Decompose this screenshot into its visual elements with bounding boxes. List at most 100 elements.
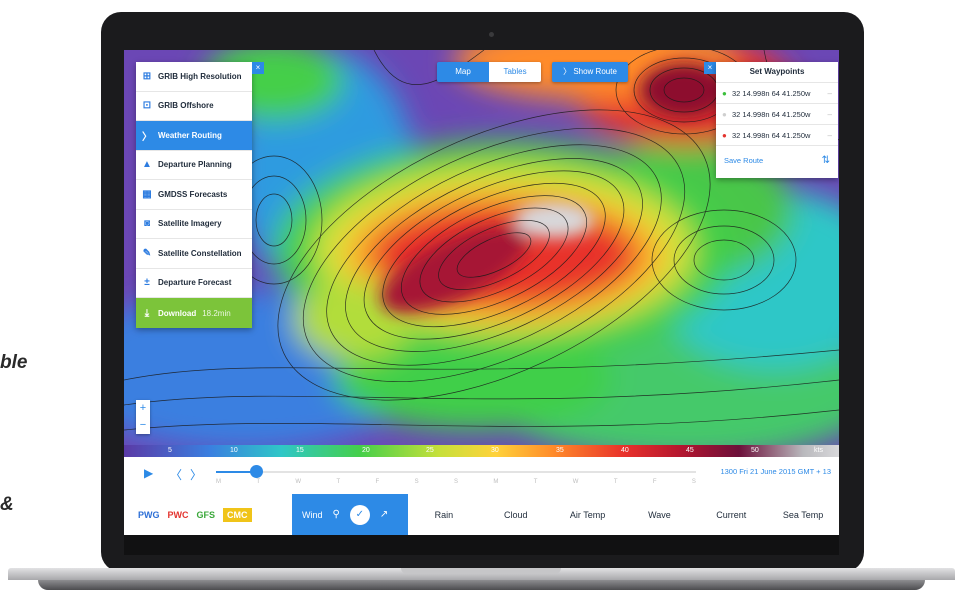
tab-air-temp[interactable]: Air Temp [552,510,624,520]
day-label: F [652,479,657,485]
zoom-in-button[interactable]: + [136,400,150,417]
waypoint-row[interactable]: ● 32 14.998n 64 41.250w – [716,104,838,125]
route-icon: 〉 [142,131,152,143]
show-route-label: Show Route [573,67,617,76]
app-screen: ⊞ GRIB High Resolution ⊡ GRIB Offshore 〉 We… [124,50,839,555]
waypoint-coord: 32 14.998n 64 41.250w [732,109,811,119]
day-label: S [414,479,419,485]
download-size: 18.2min [202,308,231,318]
tab-map[interactable]: Map [437,62,489,82]
play-icon[interactable]: ▶ [144,466,153,480]
menu-item-grib-offshore[interactable]: ⊡ GRIB Offshore [136,92,252,121]
menu-item-label: Departure Planning [158,160,232,170]
scale-label: 35 [556,447,564,454]
download-label: Download [158,308,197,318]
wind-scale-legend: 5 10 15 20 25 30 35 40 45 50 kts [124,445,839,457]
prev-icon[interactable]: 〈 [170,466,182,483]
day-label: W [572,479,579,485]
day-label: M [493,479,499,485]
waypoints-title: Set Waypoints [716,62,838,83]
save-route-button[interactable]: Save Route [724,156,763,165]
timeline-days: M T W T F S S M T W T F S [216,479,696,485]
menu-item-departure-forecast[interactable]: ± Departure Forecast [136,269,252,298]
download-button[interactable]: ⤓ Download 18.2min [136,298,252,328]
forecast-datetime: 1300 Fri 21 June 2015 GMT + 13 [720,467,831,476]
departure-icon: ± [144,277,150,289]
view-toggle: Map Tables [437,62,541,82]
day-label: M [216,479,221,485]
menu-item-grib-high-resolution[interactable]: ⊞ GRIB High Resolution [136,62,252,92]
tab-tables[interactable]: Tables [489,62,541,82]
screen-bezel [124,535,839,555]
side-caption-2: & [0,494,14,515]
download-icon: ⤓ [144,307,150,319]
day-label: W [295,479,302,485]
day-label: S [691,479,696,485]
menu-item-satellite-imagery[interactable]: ◙ Satellite Imagery [136,210,252,239]
zoom-control: + − [136,400,150,434]
side-caption-1: ble [0,352,28,373]
base-notch [401,568,561,574]
waypoint-row[interactable]: ● 32 14.998n 64 41.250w – [716,125,838,146]
remove-icon[interactable]: – [828,89,832,98]
grib-icon: ⊞ [142,70,152,82]
show-route-button[interactable]: 〉 Show Route [552,62,628,82]
day-label: T [533,479,538,485]
scale-label: kts [814,447,823,454]
timeline-slider[interactable] [216,465,696,478]
day-label: T [613,479,618,485]
scale-label: 10 [230,447,238,454]
remove-icon[interactable]: – [828,110,832,119]
scale-label: 45 [686,447,694,454]
model-gfs[interactable]: GFS [197,510,216,520]
tab-rain[interactable]: Rain [408,510,480,520]
menu-item-departure-planning[interactable]: ▲ Departure Planning [136,151,252,180]
swap-icon[interactable]: ⇅ [822,155,830,166]
menu-item-label: Departure Forecast [158,278,232,288]
model-selector: PWG PWC GFS CMC [124,507,292,522]
menu-item-satellite-constellation[interactable]: ✎ Satellite Constellation [136,239,252,269]
pin-icon: ● [722,88,727,98]
next-icon[interactable]: 〉 [190,466,202,483]
menu-item-label: Weather Routing [158,130,222,140]
scale-label: 50 [751,447,759,454]
day-label: T [336,479,341,485]
arrow-icon[interactable]: ↗ [380,509,388,520]
tab-wind[interactable]: Wind ⚲ ✓ ↗ [292,494,408,535]
triangle-icon: ▲ [142,159,152,171]
tab-sea-temp[interactable]: Sea Temp [767,510,839,520]
menu-item-label: GRIB Offshore [158,101,214,111]
model-pwg[interactable]: PWG [138,510,160,520]
tab-current[interactable]: Current [695,510,767,520]
satellite-icon: ✎ [142,247,152,259]
waypoint-row[interactable]: ● 32 14.998n 64 41.250w – [716,83,838,104]
remove-icon[interactable]: – [828,131,832,140]
layer-menu: ⊞ GRIB High Resolution ⊡ GRIB Offshore 〉 We… [136,62,252,328]
waypoints-panel: Set Waypoints ● 32 14.998n 64 41.250w – ● 3… [716,62,838,178]
model-pwc[interactable]: PWC [168,510,189,520]
wind-barb-icon[interactable]: ✓ [349,504,370,525]
route-icon: 〉 [563,67,574,76]
tab-cloud[interactable]: Cloud [480,510,552,520]
scale-label: 20 [362,447,370,454]
pin-icon: ● [722,109,727,119]
menu-close-icon[interactable]: × [252,62,264,74]
grib-offshore-icon: ⊡ [142,100,152,112]
menu-item-gmdss-forecasts[interactable]: ▦ GMDSS Forecasts [136,180,252,210]
day-label: S [453,479,458,485]
feather-icon[interactable]: ⚲ [333,509,340,520]
menu-item-weather-routing[interactable]: 〉 Weather Routing [136,121,252,151]
scale-label: 15 [296,447,304,454]
waypoints-close-icon[interactable]: × [704,62,716,74]
base-bottom [38,580,925,590]
timeline-handle[interactable] [250,465,263,478]
tab-wave[interactable]: Wave [623,510,695,520]
model-cmc[interactable]: CMC [223,507,252,522]
waypoint-coord: 32 14.998n 64 41.250w [732,88,811,98]
day-label: F [375,479,380,485]
zoom-out-button[interactable]: − [136,417,150,434]
camera-icon: ◙ [143,218,151,230]
laptop-base [0,568,963,603]
scale-label: 40 [621,447,629,454]
menu-item-label: Satellite Constellation [158,248,242,258]
